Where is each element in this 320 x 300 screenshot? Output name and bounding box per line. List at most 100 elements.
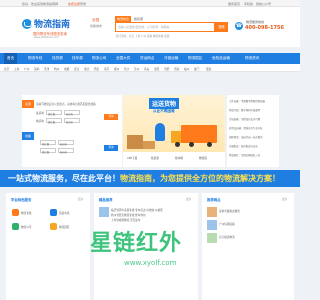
news-item[interactable]: 国际物流：海运空运一站式服务 [229, 135, 262, 139]
current-city: 全国 [92, 18, 100, 22]
features-column: 平台特色服务 更多 物流专线 货运车源 物流公司 物流园区 [6, 193, 90, 300]
tab-goods-source[interactable]: 货源 [22, 100, 34, 108]
outlet-thumbnail[interactable] [207, 220, 217, 230]
quick-link-app[interactable]: APP下载 [127, 156, 137, 160]
feature-item[interactable]: 物流公司 [21, 225, 31, 229]
site-header: 物流指南 国内物流专线物流查询 www.wlzhinan.com 全国 切换城市… [0, 7, 300, 47]
search-input[interactable]: 请输入出发地/目的地、公司名称、线路等 [115, 22, 215, 32]
logo-icon[interactable] [22, 19, 32, 29]
nav-item-dangerous[interactable]: 危险品运输 [212, 56, 230, 61]
news-item[interactable]: 大件运输：不超重不超限货物运输 [229, 99, 265, 103]
news-item[interactable]: 物流专线：整车零担价格透明 [229, 108, 260, 112]
province-to-select[interactable]: 浙江省 [46, 118, 62, 124]
service-home-link[interactable]: 服务首页 [228, 2, 240, 6]
city-link[interactable]: 深圳 [34, 67, 39, 71]
nav-item-coldchain[interactable]: 冷链运输 [164, 56, 178, 61]
news-item[interactable]: 冷链运输：全程温控安全可靠 [229, 117, 260, 121]
quick-link-goods[interactable]: 找货源 [151, 156, 159, 160]
feature-item[interactable]: 物流专线 [21, 211, 31, 215]
news-item[interactable]: 仓储配送：城市配送当日达 [229, 144, 258, 148]
city-link[interactable]: 杭州 [54, 67, 59, 71]
line-city-to-select[interactable]: 杭州市 [58, 148, 74, 154]
news-item[interactable]: 物流园区：全国百家园区入驻 [229, 153, 260, 157]
city-link[interactable]: 上海 [14, 67, 19, 71]
city-link[interactable]: 南京 [104, 67, 109, 71]
city-more-link[interactable]: 更多 [206, 67, 211, 71]
city-link[interactable]: 郑州 [114, 67, 119, 71]
nav-item-large[interactable]: 全国大件 [116, 56, 130, 61]
switch-city-link[interactable]: 切换城市 [90, 24, 102, 28]
city-link[interactable]: 成都 [64, 67, 69, 71]
nav-item-goods[interactable]: 找货源 [52, 56, 63, 61]
site-logo-title[interactable]: 物流指南 [34, 17, 70, 30]
outlet-thumbnail[interactable] [207, 207, 217, 217]
nav-item-parks[interactable]: 物流园区 [188, 56, 202, 61]
nav-item-lines[interactable]: 物流专线 [28, 56, 42, 61]
line-province-to-select[interactable]: 浙江省 [40, 148, 56, 154]
mobile-link[interactable]: 手机版 [244, 2, 253, 6]
outlet-item[interactable]: 广州恒通运输 [219, 222, 235, 226]
city-link[interactable]: 厦门 [194, 67, 199, 71]
slogan-strip: 一站式物流服务，尽在此平台！物流指南，为您提供全方位的物流解决方案！ [0, 170, 300, 187]
nav-item-companies[interactable]: 物流公司 [92, 56, 106, 61]
truck-wheel-illustration [189, 142, 194, 147]
city-link[interactable]: 长沙 [124, 67, 129, 71]
truck-wheel-illustration [175, 142, 180, 147]
city-link[interactable]: 重庆 [84, 67, 89, 71]
feature-item[interactable]: 物流园区 [59, 225, 69, 229]
city-from-select[interactable]: 杭州市 [64, 110, 80, 116]
city-link[interactable]: 青岛 [144, 67, 149, 71]
search-button[interactable]: 搜索 [215, 22, 228, 32]
form-hint: 请填写物流起点以及终点，系统将为您匹配最优线路 [36, 103, 96, 106]
outlet-item[interactable]: 深圳市鑫顺达物流 [219, 209, 240, 213]
outlets-more-link[interactable]: 更多 [282, 197, 287, 201]
city-to-select[interactable]: 杭州市 [64, 118, 80, 124]
nav-item-outlets[interactable]: 货运网点 [140, 56, 154, 61]
wechat-link[interactable]: 微信公众号 [256, 2, 271, 6]
slogan-text: 一站式物流服务，尽在此平台！物流指南，为您提供全方位的物流解决方案！ [8, 173, 280, 184]
recommend-item[interactable]: 上海到成都物流 天天发车 [111, 218, 140, 222]
tab-routes[interactable]: 线路 [22, 132, 34, 140]
city-link[interactable]: 济南 [174, 67, 179, 71]
feature-item[interactable]: 货运车源 [59, 211, 69, 215]
city-link[interactable]: 合肥 [164, 67, 169, 71]
banner-quick-links: APP下载 找货源 找车辆 物流园 [123, 152, 225, 167]
quick-link-trucks[interactable]: 找车辆 [175, 156, 183, 160]
outlets-title: 推荐网点 [207, 198, 221, 202]
features-more-link[interactable]: 更多 [78, 197, 83, 201]
truck-icon [50, 209, 57, 216]
promo-banner[interactable]: 运送货物 从此不再困难 APP下载 找货源 找车辆 物流园 [123, 95, 225, 167]
listing-thumbnail[interactable] [99, 207, 109, 217]
cargo-boxes-illustration [127, 135, 143, 149]
city-link[interactable]: 西安 [94, 67, 99, 71]
recommend-item[interactable]: 临沂到鄂尔多斯专线 专车直达 时效快 价格低 [111, 208, 163, 212]
city-link[interactable]: 苏州 [134, 67, 139, 71]
route-query-button[interactable]: 查询 [104, 145, 118, 151]
recommend-more-link[interactable]: 更多 [186, 197, 191, 201]
hot-search-words[interactable]: 热门搜索：北京 上海 广州 深圳 物流专线 货运 [116, 34, 169, 38]
register-link[interactable]: 免费注册 [68, 2, 80, 6]
outlet-thumbnail[interactable] [207, 233, 217, 243]
nav-item-home[interactable]: 首页 [4, 53, 18, 64]
recommend-item[interactable]: 杭州到西安物流专线 整车零担 [111, 213, 146, 217]
city-link[interactable]: 武汉 [74, 67, 79, 71]
city-link[interactable]: 广州 [24, 67, 29, 71]
province-from-select[interactable]: 浙江省 [46, 110, 62, 116]
banner-title: 运送货物 [149, 98, 180, 109]
outlet-item[interactable]: 北京顺达物流 [219, 235, 235, 239]
city-link[interactable]: 沈阳 [154, 67, 159, 71]
recommend-title: 精品推荐 [99, 198, 113, 202]
nav-item-news[interactable]: 物流资讯 [245, 56, 259, 61]
quick-link-parks[interactable]: 物流园 [199, 156, 207, 160]
line-city-from-select[interactable]: 杭州市 [58, 140, 74, 146]
city-link[interactable]: 北京 [4, 67, 9, 71]
query-button[interactable]: 查询 [104, 114, 118, 120]
nav-item-trucks[interactable]: 找车源 [72, 56, 83, 61]
line-province-from-select[interactable]: 浙江省 [40, 140, 56, 146]
slogan-part-2: 物流指南，为您提供全方位的物流解决方案！ [120, 174, 280, 183]
city-link[interactable]: 天津 [44, 67, 49, 71]
news-item[interactable]: 危险品运输：资质齐全专业车队 [229, 126, 262, 130]
login-link[interactable]: 登录 [80, 2, 86, 6]
main-nav: 首页 物流专线 找货源 找车源 物流公司 全国大件 货运网点 冷链运输 物流园区… [0, 53, 300, 64]
city-link[interactable]: 福州 [184, 67, 189, 71]
